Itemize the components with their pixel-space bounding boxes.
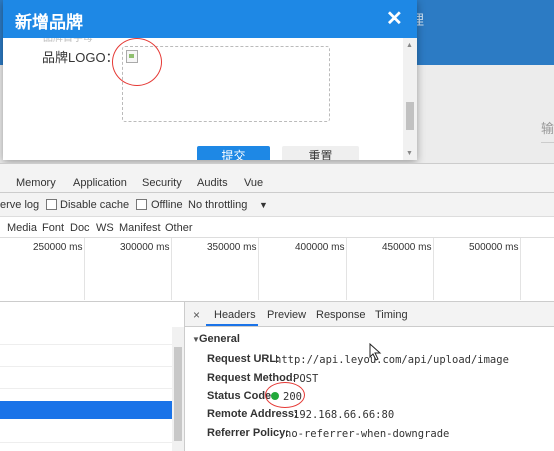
timeline-gridline [520,238,521,300]
disable-cache-label[interactable]: Disable cache [60,199,129,211]
scroll-down-icon[interactable]: ▼ [406,150,413,157]
filter-ws[interactable]: WS [96,222,114,234]
filter-media[interactable]: Media [7,222,37,234]
mouse-cursor-icon [369,343,382,361]
timeline-gridline [84,238,85,300]
tab-vue[interactable]: Vue [244,177,263,189]
request-list-scrollbar-thumb[interactable] [174,347,182,441]
list-item-selected[interactable] [0,401,172,419]
remote-address-label: Remote Address: [207,408,298,420]
remote-address-value: 192.168.66.66:80 [293,409,395,421]
request-method-value: POST [293,373,319,385]
list-item[interactable] [0,323,172,345]
timeline-gridline [346,238,347,300]
offline-label[interactable]: Offline [151,199,183,211]
close-icon[interactable]: × [193,308,200,322]
referrer-policy-label: Referrer Policy: [207,427,289,439]
tab-memory[interactable]: Memory [16,177,56,189]
dialog-title: 新增品牌 [15,13,83,32]
general-section-title[interactable]: General [199,333,240,345]
timeline-tick: 300000 ms [120,242,170,253]
timeline-gridline [433,238,434,300]
tab-response[interactable]: Response [316,309,366,321]
timeline-gridline [258,238,259,300]
filter-doc[interactable]: Doc [70,222,90,234]
timeline-gridline [171,238,172,300]
throttling-select[interactable]: No throttling [188,199,247,211]
list-item[interactable] [0,345,172,367]
chevron-down-icon[interactable]: ▼ [259,200,268,210]
offline-checkbox[interactable] [136,199,147,210]
tab-audits[interactable]: Audits [197,177,228,189]
tab-security[interactable]: Security [142,177,182,189]
active-tab-indicator [206,324,258,326]
filter-manifest[interactable]: Manifest [119,222,161,234]
app-right-label: 输 [541,121,554,136]
dialog-scrollbar[interactable] [403,38,417,160]
filter-font[interactable]: Font [42,222,64,234]
request-url-label: Request URL: [207,353,280,365]
referrer-policy-value: no-referrer-when-downgrade [285,428,450,440]
tab-timing[interactable]: Timing [375,309,408,321]
annotation-circle [112,38,162,86]
submit-button[interactable]: 提交 [197,146,270,160]
list-item[interactable] [0,421,172,443]
close-icon[interactable]: ✕ [386,6,403,31]
tab-preview[interactable]: Preview [267,309,306,321]
logo-label: 品牌LOGO： [42,50,119,65]
dialog-scrollbar-thumb[interactable] [406,102,414,130]
timeline-tick: 250000 ms [33,242,83,253]
preserve-log-label[interactable]: erve log [0,199,39,211]
timeline-tick: 500000 ms [469,242,519,253]
request-url-value: http://api.leyou.com/api/upload/image [275,354,509,366]
scroll-up-icon[interactable]: ▲ [406,42,413,49]
reset-button[interactable]: 重置 [282,146,359,160]
timeline-tick: 400000 ms [295,242,345,253]
disable-cache-checkbox[interactable] [46,199,57,210]
list-item[interactable] [0,367,172,389]
timeline-tick: 450000 ms [382,242,432,253]
tab-application[interactable]: Application [73,177,127,189]
add-brand-dialog: 新增品牌 ✕ 品牌首字母 品牌LOGO： 提交 重置 ▲ ▼ [3,0,417,160]
annotation-circle [265,382,305,408]
app-right-divider [541,142,554,143]
timeline-tick: 350000 ms [207,242,257,253]
tab-headers[interactable]: Headers [214,309,256,321]
filter-other[interactable]: Other [165,222,193,234]
dialog-overflow-text: 品牌首字母 [43,38,133,43]
